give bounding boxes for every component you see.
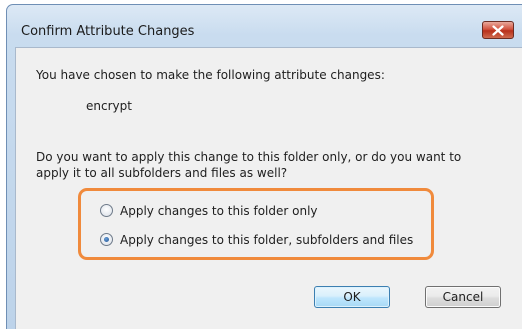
question-text-line1: Do you want to apply this change to this… xyxy=(36,150,462,164)
dialog-content: You have chosen to make the following at… xyxy=(15,47,522,329)
question-text-line2: apply it to all subfolders and files as … xyxy=(36,166,288,180)
dialog-window: Confirm Attribute Changes You have chose… xyxy=(6,4,522,329)
close-icon xyxy=(492,25,504,36)
options-highlight xyxy=(78,188,434,260)
radio-label-folder-subfolders-files[interactable]: Apply changes to this folder, subfolders… xyxy=(120,232,413,248)
intro-text: You have chosen to make the following at… xyxy=(36,68,385,82)
attribute-change-text: encrypt xyxy=(86,99,132,113)
close-button[interactable] xyxy=(482,21,514,39)
title-bar[interactable]: Confirm Attribute Changes xyxy=(7,5,522,39)
radio-selected-dot xyxy=(104,237,109,242)
radio-label-folder-only[interactable]: Apply changes to this folder only xyxy=(120,203,318,219)
radio-button-unselected[interactable] xyxy=(100,204,113,217)
dialog-title: Confirm Attribute Changes xyxy=(21,24,195,39)
radio-button-selected[interactable] xyxy=(100,233,113,246)
cancel-button[interactable]: Cancel xyxy=(425,286,501,308)
ok-button[interactable]: OK xyxy=(314,286,390,308)
